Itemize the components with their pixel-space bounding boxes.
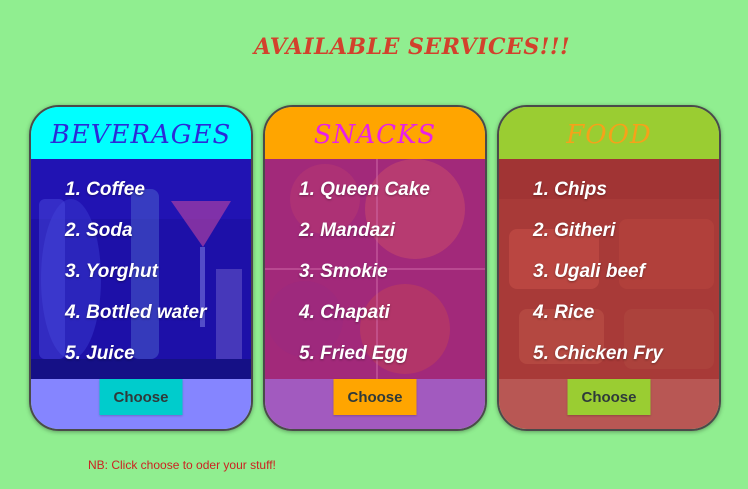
snacks-heading: SNACKS — [265, 107, 485, 159]
beverages-heading: BEVERAGES — [31, 107, 251, 159]
food-items: 1. Chips 2. Githeri 3. Ugali beef 4. Ric… — [533, 178, 663, 379]
snacks-card: SNACKS 1. Queen Cake 2. Mandazi 3. Smoki… — [263, 105, 487, 431]
list-item: 2. Mandazi — [299, 220, 396, 241]
food-choose-button[interactable]: Choose — [567, 379, 651, 415]
snacks-choose-button[interactable]: Choose — [333, 379, 417, 415]
food-list-panel: 1. Chips 2. Githeri 3. Ugali beef 4. Ric… — [499, 159, 719, 379]
list-item: 3. Yorghut — [65, 261, 158, 282]
snacks-list-panel: 1. Queen Cake 2. Mandazi 3. Smokie 4. Ch… — [265, 159, 485, 379]
beverages-items: 1. Coffee 2. Soda 3. Yorghut 4. Bottled … — [65, 178, 206, 379]
page-title: AVAILABLE SERVICES!!! — [253, 34, 571, 60]
food-heading: FOOD — [499, 107, 719, 159]
list-item: 1. Queen Cake — [299, 179, 430, 200]
order-note: NB: Click choose to oder your stuff! — [88, 458, 276, 472]
list-item: 4. Chapati — [299, 302, 390, 323]
beverages-card: BEVERAGES 1. Coffee 2. Soda 3. Yorghut 4… — [29, 105, 253, 431]
list-item: 1. Chips — [533, 179, 607, 200]
beverages-choose-button[interactable]: Choose — [99, 379, 183, 415]
list-item: 4. Rice — [533, 302, 595, 323]
food-card: FOOD 1. Chips 2. Githeri 3. Ugali beef 4… — [497, 105, 721, 431]
beverages-footer: Choose — [31, 379, 251, 429]
list-item: 5. Chicken Fry — [533, 343, 663, 364]
list-item: 3. Smokie — [299, 261, 388, 282]
snacks-footer: Choose — [265, 379, 485, 429]
list-item: 5. Juice — [65, 343, 135, 364]
list-item: 5. Fried Egg — [299, 343, 408, 364]
list-item: 4. Bottled water — [65, 302, 207, 323]
food-footer: Choose — [499, 379, 719, 429]
list-item: 2. Soda — [65, 220, 133, 241]
snacks-items: 1. Queen Cake 2. Mandazi 3. Smokie 4. Ch… — [299, 178, 430, 379]
list-item: 2. Githeri — [533, 220, 616, 241]
list-item: 3. Ugali beef — [533, 261, 645, 282]
list-item: 1. Coffee — [65, 179, 145, 200]
beverages-list-panel: 1. Coffee 2. Soda 3. Yorghut 4. Bottled … — [31, 159, 251, 379]
